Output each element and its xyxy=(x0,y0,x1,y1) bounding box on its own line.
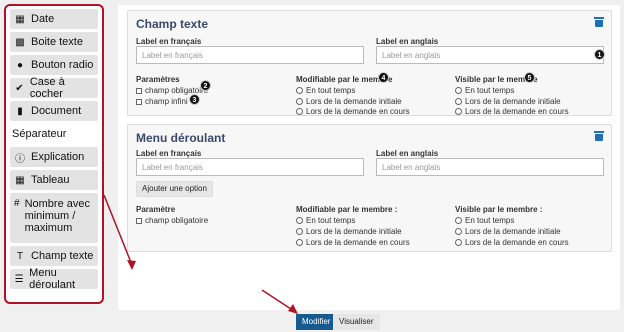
arrow-head xyxy=(127,260,136,270)
arrow-line xyxy=(103,194,133,266)
annotation-arrows xyxy=(103,194,298,314)
arrow-head xyxy=(288,304,298,314)
visualiser-button[interactable]: Visualiser xyxy=(333,314,380,330)
arrow-line xyxy=(261,289,295,312)
modifier-button[interactable]: Modifier xyxy=(296,314,337,330)
